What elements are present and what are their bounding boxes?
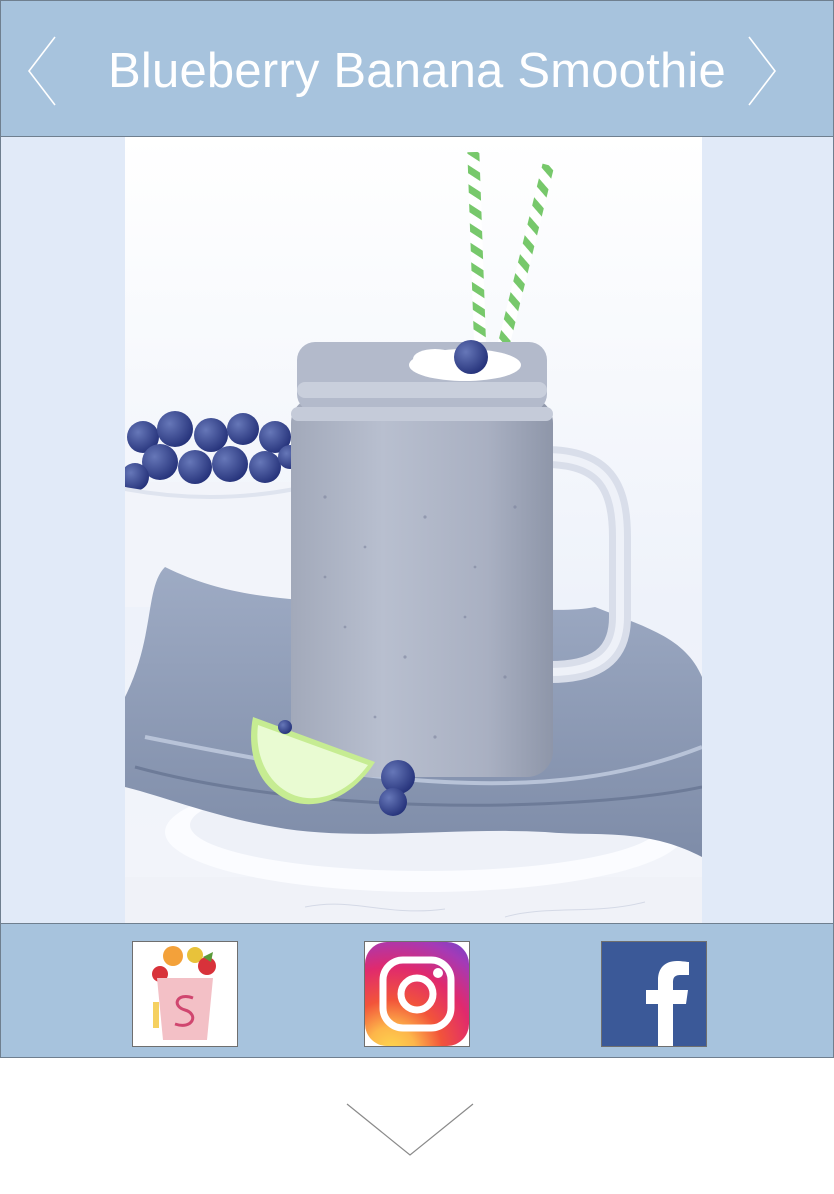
facebook-icon bbox=[602, 942, 706, 1046]
blueberry-banana-smoothie-photo bbox=[125, 137, 702, 923]
chevron-right-icon[interactable] bbox=[745, 33, 779, 109]
page-title: Blueberry Banana Smoothie bbox=[108, 44, 726, 98]
instagram-link[interactable] bbox=[364, 941, 470, 1047]
footer-bar bbox=[0, 923, 834, 1058]
chevron-down-icon[interactable] bbox=[345, 1102, 475, 1158]
header-bar: Blueberry Banana Smoothie bbox=[0, 0, 834, 137]
instagram-icon bbox=[365, 942, 469, 1046]
smoothie-app-icon bbox=[133, 942, 237, 1046]
smoothie-app-link[interactable] bbox=[132, 941, 238, 1047]
facebook-link[interactable] bbox=[601, 941, 707, 1047]
main-panel bbox=[0, 137, 834, 923]
